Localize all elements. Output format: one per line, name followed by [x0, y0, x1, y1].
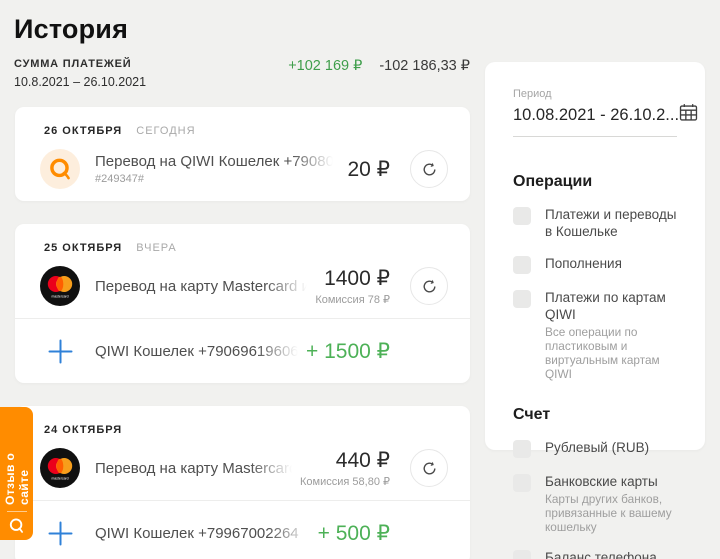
transaction-info: Перевод на QIWI Кошелек +7908007462 #249… [95, 153, 339, 185]
transaction-fee: Комиссия 58,80 ₽ [300, 475, 390, 488]
account-filter-text[interactable]: Банковские карты Карты других банков, пр… [545, 473, 677, 534]
plus-icon [40, 331, 80, 371]
account-filter-row[interactable]: Баланс телефона [513, 549, 677, 559]
operation-filter-text[interactable]: Платежи и переводы в Кошельке [545, 206, 677, 240]
repeat-payment-button[interactable] [410, 150, 448, 188]
transaction-amount: 440 ₽ [336, 448, 390, 473]
account-filter-row[interactable]: Банковские карты Карты других банков, пр… [513, 473, 677, 534]
operation-filter-text[interactable]: Платежи по картам QIWI Все операции по п… [545, 289, 677, 381]
filters-panel: Период 10.08.2021 - 26.10.2... Операции … [485, 62, 705, 450]
repeat-payment-button[interactable] [410, 267, 448, 305]
transaction-amount-block: + 1500 ₽ [306, 339, 390, 364]
operation-filter-checkbox[interactable] [513, 256, 531, 274]
operation-filter-checkbox[interactable] [513, 207, 531, 225]
checkbox-label: Платежи и переводы в Кошельке [545, 206, 677, 240]
account-filter-list: Рублевый (RUB) Банковские карты Карты др… [513, 439, 677, 559]
divider [7, 511, 27, 512]
date-header: 24 ОКТЯБРЯ [15, 406, 470, 436]
feedback-tab-label: Отзыв о сайте [3, 421, 31, 505]
transaction-info: Перевод на карту Mastercard или Ma [95, 460, 292, 477]
checkbox-label: Банковские карты [545, 473, 677, 490]
page-title: История [14, 14, 128, 45]
operation-filter-row[interactable]: Платежи и переводы в Кошельке [513, 206, 677, 240]
summary-date-range: 10.8.2021 – 26.10.2021 [14, 75, 146, 89]
operation-filter-text[interactable]: Пополнения [545, 255, 677, 272]
site-feedback-tab[interactable]: Отзыв о сайте [0, 407, 33, 540]
qiwi-logo-icon [8, 517, 25, 540]
transaction-row[interactable]: mastercard Перевод на карту Mastercard и… [15, 254, 470, 318]
transaction-amount: + 1500 ₽ [306, 339, 390, 364]
operation-filter-row[interactable]: Платежи по картам QIWI Все операции по п… [513, 289, 677, 381]
period-value[interactable]: 10.08.2021 - 26.10.2... [513, 106, 679, 125]
transactions-card: 26 ОКТЯБРЯ СЕГОДНЯ Перевод на QIWI Кошел… [15, 107, 470, 201]
summary-income: +102 169 ₽ [288, 58, 362, 74]
relative-day-label: СЕГОДНЯ [136, 125, 195, 137]
checkbox-sublabel: Все операции по пластиковым и виртуальны… [545, 325, 677, 381]
date-label: 26 ОКТЯБРЯ [44, 125, 122, 137]
operations-heading: Операции [513, 173, 677, 191]
account-filter-checkbox[interactable] [513, 550, 531, 559]
checkbox-label: Платежи по картам QIWI [545, 289, 677, 323]
svg-text:mastercard: mastercard [52, 477, 69, 481]
calendar-icon[interactable] [679, 103, 698, 127]
svg-text:mastercard: mastercard [52, 295, 69, 299]
mastercard-logo-icon: mastercard [40, 266, 80, 306]
date-label: 25 ОКТЯБРЯ [44, 242, 122, 254]
transaction-info: QIWI Кошелек +79069619606 [95, 343, 298, 360]
plus-icon [40, 513, 80, 553]
transaction-title: Перевод на QIWI Кошелек +7908007462 [95, 153, 333, 170]
transaction-amount: + 500 ₽ [318, 521, 390, 546]
transactions-card: 24 ОКТЯБРЯ mastercard Перевод на карту M… [15, 406, 470, 559]
repeat-payment-button[interactable] [410, 449, 448, 487]
relative-day-label: ВЧЕРА [136, 242, 176, 254]
transaction-amount-block: 440 ₽ Комиссия 58,80 ₽ [300, 448, 390, 488]
date-header: 25 ОКТЯБРЯ ВЧЕРА [15, 224, 470, 254]
checkbox-label: Пополнения [545, 255, 677, 272]
transaction-info: QIWI Кошелек +79967002264 [95, 525, 310, 542]
qiwi-logo-icon [40, 149, 80, 189]
repeat-icon [421, 460, 438, 477]
transaction-title: Перевод на карту Mastercard или Ma [95, 460, 292, 477]
account-filter-text[interactable]: Баланс телефона [545, 549, 677, 559]
transaction-comment: #249347# [95, 173, 339, 185]
checkbox-label: Рублевый (RUB) [545, 439, 677, 456]
account-heading: Счет [513, 406, 677, 424]
transaction-amount-block: 1400 ₽ Комиссия 78 ₽ [315, 266, 390, 306]
transactions-list: 26 ОКТЯБРЯ СЕГОДНЯ Перевод на QIWI Кошел… [15, 107, 470, 559]
period-input[interactable]: 10.08.2021 - 26.10.2... [513, 100, 677, 137]
transaction-amount: 20 ₽ [347, 157, 390, 182]
mastercard-logo-icon: mastercard [40, 448, 80, 488]
transaction-fee: Комиссия 78 ₽ [315, 293, 390, 306]
checkbox-sublabel: Карты других банков, привязанные к вашем… [545, 492, 677, 534]
transaction-row[interactable]: QIWI Кошелек +79967002264 + 500 ₽ [15, 501, 470, 559]
transaction-title: QIWI Кошелек +79069619606 [95, 343, 298, 360]
summary-expense: -102 186,33 ₽ [379, 58, 470, 74]
transaction-amount-block: 20 ₽ [347, 157, 390, 182]
operation-filter-row[interactable]: Пополнения [513, 255, 677, 274]
account-filter-row[interactable]: Рублевый (RUB) [513, 439, 677, 458]
transaction-row[interactable]: Перевод на QIWI Кошелек +7908007462 #249… [15, 137, 470, 201]
repeat-icon [421, 278, 438, 295]
checkbox-label: Баланс телефона [545, 549, 677, 559]
account-filter-checkbox[interactable] [513, 474, 531, 492]
date-label: 24 ОКТЯБРЯ [44, 424, 122, 436]
summary-amounts: +102 169 ₽ -102 186,33 ₽ [288, 58, 470, 74]
account-filter-text[interactable]: Рублевый (RUB) [545, 439, 677, 456]
summary-label: СУММА ПЛАТЕЖЕЙ [14, 58, 131, 70]
transactions-card: 25 ОКТЯБРЯ ВЧЕРА mastercard Перевод на к… [15, 224, 470, 383]
operation-filter-checkbox[interactable] [513, 290, 531, 308]
transaction-amount: 1400 ₽ [324, 266, 390, 291]
repeat-icon [421, 161, 438, 178]
date-header: 26 ОКТЯБРЯ СЕГОДНЯ [15, 107, 470, 137]
account-filter-checkbox[interactable] [513, 440, 531, 458]
transaction-row[interactable]: mastercard Перевод на карту Mastercard и… [15, 436, 470, 500]
transaction-row[interactable]: QIWI Кошелек +79069619606 + 1500 ₽ [15, 319, 470, 383]
transaction-info: Перевод на карту Mastercard или Ma [95, 278, 307, 295]
period-label: Период [513, 88, 677, 100]
transaction-title: QIWI Кошелек +79967002264 [95, 525, 310, 542]
transaction-title: Перевод на карту Mastercard или Ma [95, 278, 307, 295]
transaction-amount-block: + 500 ₽ [318, 521, 390, 546]
operations-filter-list: Платежи и переводы в Кошельке Пополнения… [513, 206, 677, 381]
